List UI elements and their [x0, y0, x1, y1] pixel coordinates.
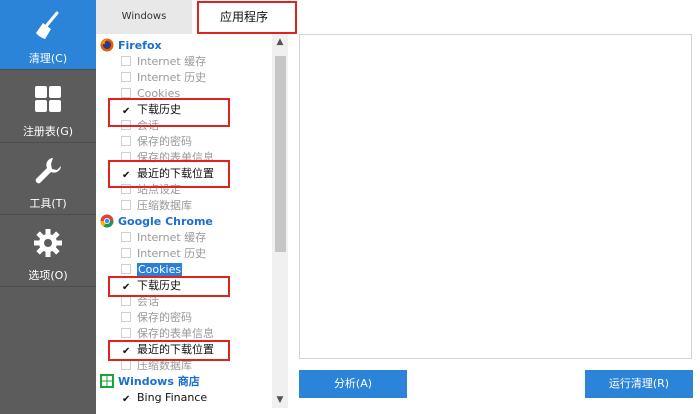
checkbox[interactable] [121, 56, 131, 66]
checkbox[interactable] [121, 232, 131, 242]
checkbox[interactable] [121, 360, 131, 370]
checkbox[interactable] [121, 200, 131, 210]
results-panel [299, 34, 692, 359]
checkbox-checked[interactable]: ✔ [121, 394, 131, 405]
item-label: 压缩数据库 [137, 199, 192, 212]
item-label: 保存的密码 [137, 311, 192, 324]
checkbox[interactable] [121, 136, 131, 146]
highlight-box-chrome-download-history [108, 276, 230, 297]
chrome-icon [100, 214, 114, 228]
tree-scrollbar[interactable]: ▲ ▼ [272, 34, 288, 408]
broom-icon [36, 11, 59, 39]
wrench-icon [35, 158, 61, 184]
item-label: Internet 缓存 [137, 231, 207, 244]
nav-tools[interactable]: 工具(T) [0, 145, 96, 215]
run-cleaner-button[interactable]: 运行清理(R) [585, 370, 693, 398]
group-chrome-label: Google Chrome [118, 215, 213, 228]
list-item[interactable]: Internet 缓存 [121, 54, 206, 70]
list-item[interactable]: Internet 历史 [121, 70, 206, 86]
item-label: Internet 缓存 [137, 55, 207, 68]
item-label-selected: Cookies [137, 263, 183, 276]
nav-registry-label: 注册表(G) [22, 125, 74, 138]
item-label: 保存的表单信息 [137, 327, 214, 340]
sidebar: 清理(C) 注册表(G) 工具(T) 选项(O) [0, 0, 96, 414]
group-chrome[interactable]: Google Chrome [100, 214, 213, 230]
checkbox[interactable] [121, 312, 131, 322]
list-item[interactable]: Internet 缓存 [121, 230, 206, 246]
windows-store-icon [100, 374, 114, 388]
checkbox[interactable] [121, 264, 131, 274]
scroll-down-arrow-icon[interactable]: ▼ [272, 392, 288, 408]
checkbox[interactable] [121, 328, 131, 338]
highlight-box-tab [197, 1, 297, 34]
nav-options[interactable]: 选项(O) [0, 217, 96, 287]
item-label: Bing Finance [137, 391, 208, 404]
item-label: 保存的密码 [137, 135, 192, 148]
firefox-icon [100, 38, 114, 52]
analyze-button[interactable]: 分析(A) [299, 370, 407, 398]
nav-options-label: 选项(O) [28, 269, 68, 282]
checkbox[interactable] [121, 296, 131, 306]
highlight-box-chrome-recent-download [108, 340, 230, 361]
group-windows-store[interactable]: Windows 商店 [100, 374, 200, 390]
highlight-box-download-history [108, 98, 230, 127]
tab-windows[interactable]: Windows [96, 0, 192, 34]
item-label: Internet 历史 [137, 247, 207, 260]
checkbox[interactable] [121, 248, 131, 258]
highlight-box-recent-download [108, 160, 230, 188]
group-windows-store-label: Windows 商店 [118, 375, 200, 388]
list-item[interactable]: Internet 历史 [121, 246, 206, 262]
item-label: Internet 历史 [137, 71, 207, 84]
checkbox[interactable] [121, 88, 131, 98]
list-item[interactable]: ✔ Bing Finance [121, 390, 207, 406]
gear-icon [34, 229, 62, 257]
list-item[interactable]: 压缩数据库 [121, 198, 192, 214]
list-item[interactable]: 保存的密码 [121, 134, 192, 150]
scroll-thumb[interactable] [275, 56, 286, 252]
list-item[interactable]: 保存的密码 [121, 310, 192, 326]
group-firefox[interactable]: Firefox [100, 38, 162, 54]
nav-clean-label: 清理(C) [28, 52, 68, 65]
group-firefox-label: Firefox [118, 39, 162, 52]
nav-tools-label: 工具(T) [29, 197, 67, 210]
nav-registry[interactable]: 注册表(G) [0, 73, 96, 143]
grid-icon [35, 86, 61, 112]
scroll-up-arrow-icon[interactable]: ▲ [272, 34, 288, 50]
nav-clean[interactable]: 清理(C) [0, 0, 96, 70]
checkbox[interactable] [121, 72, 131, 82]
